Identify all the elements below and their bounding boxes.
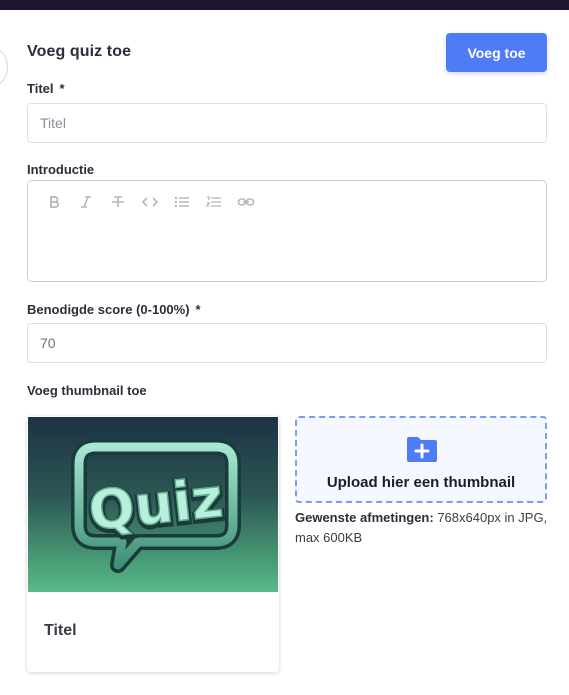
numbered-list-icon[interactable] — [198, 192, 230, 212]
title-required-mark: * — [59, 81, 65, 96]
title-label-text: Titel — [27, 81, 54, 96]
intro-editor[interactable] — [27, 180, 547, 282]
link-icon[interactable] — [230, 192, 262, 212]
code-icon[interactable] — [134, 192, 166, 212]
quiz-bubble-illustration: Quiz Quiz — [71, 439, 241, 573]
back-button[interactable] — [0, 50, 8, 84]
card-title: Titel — [44, 622, 77, 639]
folder-plus-icon — [407, 437, 437, 462]
upload-thumbnail-dropzone[interactable]: Upload hier een thumbnail — [295, 416, 547, 503]
top-bar — [0, 0, 569, 10]
score-required-mark: * — [195, 302, 201, 317]
strikethrough-icon[interactable] — [102, 192, 134, 212]
score-label-text: Benodigde score (0-100%) — [27, 302, 190, 317]
upload-label: Upload hier een thumbnail — [326, 474, 516, 491]
title-input[interactable] — [27, 103, 547, 143]
italic-icon[interactable] — [70, 192, 102, 212]
thumbnail-label: Voeg thumbnail toe — [27, 383, 147, 398]
score-label: Benodigde score (0-100%) * — [27, 302, 201, 317]
upload-hint: Gewenste afmetingen: 768x640px in JPG, m… — [295, 508, 557, 548]
intro-label: Introductie — [27, 162, 95, 177]
thumbnail-preview-card: Quiz Quiz Titel — [27, 416, 279, 672]
editor-toolbar — [38, 192, 262, 212]
page-title: Voeg quiz toe — [27, 43, 132, 60]
title-label: Titel * — [27, 81, 65, 96]
bullet-list-icon[interactable] — [166, 192, 198, 212]
upload-hint-bold: Gewenste afmetingen: — [295, 510, 434, 525]
thumbnail-image: Quiz Quiz — [28, 417, 278, 592]
score-input[interactable] — [27, 323, 547, 363]
bold-icon[interactable] — [38, 192, 70, 212]
add-quiz-button[interactable]: Voeg toe — [446, 33, 547, 72]
